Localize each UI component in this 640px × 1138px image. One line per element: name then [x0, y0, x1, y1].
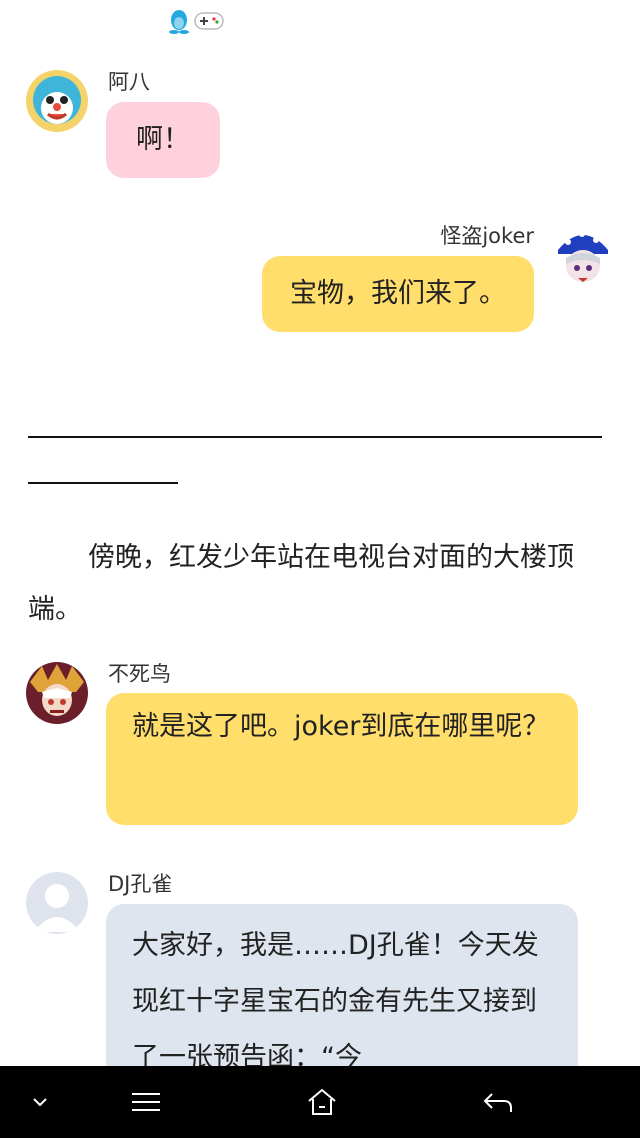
narration-paragraph: 傍晚，红发少年站在电视台对面的大楼顶端。 [28, 542, 574, 625]
sender-name: 不死鸟 [108, 662, 171, 686]
menu-icon [132, 1093, 160, 1111]
avatar-joker[interactable] [552, 224, 614, 286]
sender-name: 阿八 [108, 70, 150, 94]
message-bubble[interactable]: 就是这了吧。joker到底在哪里呢？ [106, 693, 578, 825]
status-bar [0, 0, 640, 44]
home-icon [308, 1088, 336, 1115]
avatar-phoenix[interactable] [26, 662, 88, 724]
back-icon [483, 1093, 512, 1112]
sender-name: 怪盗joker [440, 224, 534, 248]
system-navigation-bar [0, 1066, 640, 1138]
sender-name: DJ孔雀 [108, 872, 173, 896]
avatar-dj-peacock[interactable] [26, 872, 88, 934]
qq-penguin-icon [169, 10, 189, 34]
message-bubble[interactable]: 啊！ [106, 102, 220, 178]
collapse-button[interactable] [18, 1080, 62, 1124]
section-divider [28, 436, 602, 438]
message-bubble[interactable]: 宝物，我们来了。 [262, 256, 534, 332]
gamepad-icon [194, 12, 224, 30]
section-divider-short [28, 482, 178, 484]
back-button[interactable] [476, 1080, 520, 1124]
home-button[interactable] [300, 1080, 344, 1124]
avatar-aba[interactable] [26, 70, 88, 132]
menu-button[interactable] [124, 1080, 168, 1124]
chevron-down-icon [33, 1098, 47, 1107]
